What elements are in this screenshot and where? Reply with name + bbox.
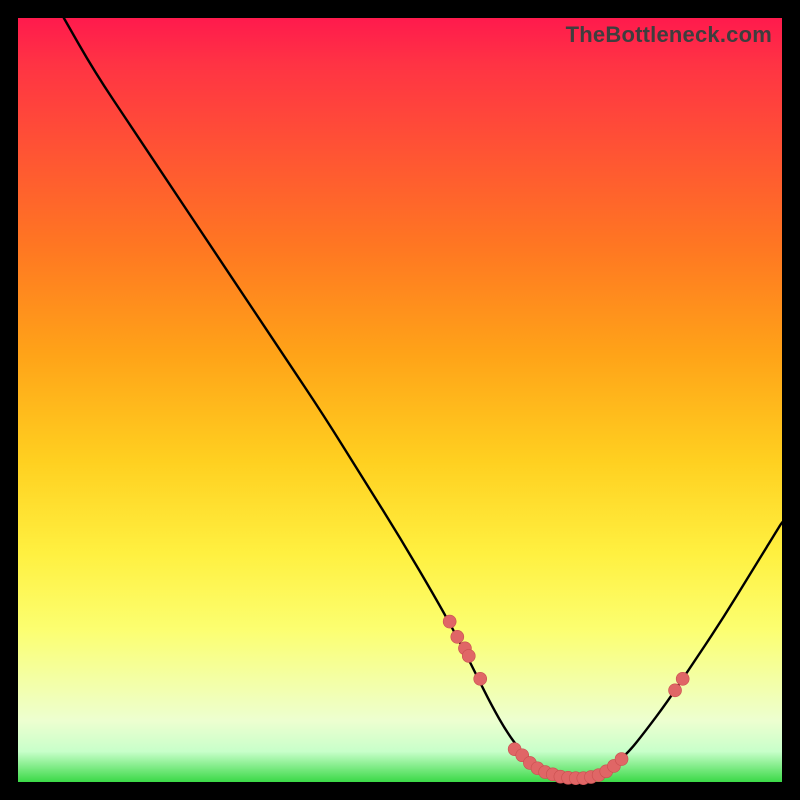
data-point xyxy=(462,649,475,662)
data-points-group xyxy=(443,615,689,785)
data-point xyxy=(451,630,464,643)
data-point xyxy=(443,615,456,628)
data-point xyxy=(615,753,628,766)
data-point xyxy=(676,672,689,685)
bottleneck-curve xyxy=(64,18,782,778)
chart-svg xyxy=(18,18,782,782)
data-point xyxy=(669,684,682,697)
data-point xyxy=(474,672,487,685)
chart-gradient-frame: TheBottleneck.com xyxy=(18,18,782,782)
